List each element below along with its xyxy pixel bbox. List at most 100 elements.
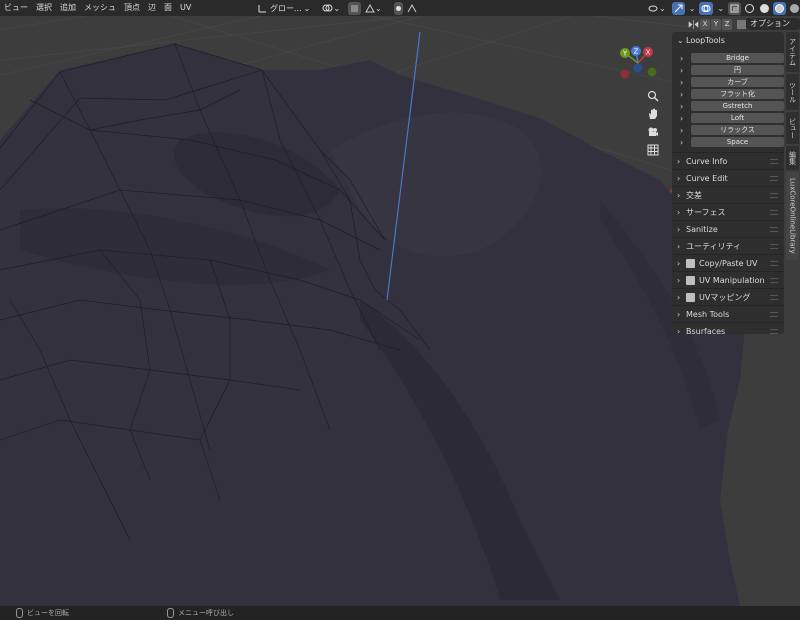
camera-icon	[648, 127, 658, 136]
looptools-gstretch-button[interactable]: Gstretch	[691, 101, 784, 111]
overlays-dropdown[interactable]: ⌄	[715, 2, 726, 15]
proportional-edit-icon	[395, 5, 401, 11]
tab-label: LuxCoreOnlineLibrary	[788, 178, 797, 254]
snap-target-dropdown[interactable]: ⌄	[363, 2, 384, 15]
chevron-right-icon[interactable]: ›	[680, 66, 688, 75]
tab-edit[interactable]: 編集	[786, 146, 799, 170]
gizmo-neg-y-icon[interactable]	[647, 67, 657, 77]
gizmo-neg-x-icon[interactable]	[620, 69, 630, 79]
options-dropdown[interactable]: オプション ⌄	[746, 18, 800, 40]
drag-handle-icon[interactable]	[770, 159, 778, 164]
tab-view[interactable]: ビュー	[786, 112, 799, 144]
menu-vertex[interactable]: 頂点	[120, 0, 144, 16]
looptools-circle-button[interactable]: 円	[691, 65, 784, 75]
panel-label: Curve Edit	[686, 173, 728, 183]
mirror-z-button[interactable]: Z	[722, 18, 732, 30]
looptools-header[interactable]: ⌄ LoopTools	[672, 32, 784, 48]
panel-uv-mapping[interactable]: › UVマッピング	[672, 288, 784, 305]
panel-label: Copy/Paste UV	[699, 258, 758, 268]
chevron-right-icon[interactable]: ›	[680, 114, 688, 123]
xray-toggle-button[interactable]	[728, 1, 742, 15]
gizmo-toggle-button[interactable]	[671, 1, 685, 15]
orthographic-toggle-button[interactable]	[644, 142, 662, 158]
looptools-curve-button[interactable]: カーブ	[691, 77, 784, 87]
chevron-right-icon[interactable]: ›	[680, 138, 688, 147]
falloff-dropdown[interactable]	[405, 2, 419, 15]
chevron-right-icon[interactable]: ›	[680, 102, 688, 111]
tab-item[interactable]: アイテム	[786, 32, 799, 72]
drag-handle-icon[interactable]	[770, 210, 778, 215]
drag-handle-icon[interactable]	[770, 244, 778, 249]
pivot-point-button[interactable]: ⌄	[320, 2, 342, 15]
camera-view-button[interactable]	[644, 124, 662, 140]
looptools-loft-button[interactable]: Loft	[691, 113, 784, 123]
panel-intersect[interactable]: › 交差	[672, 186, 784, 203]
shading-solid-button[interactable]	[758, 2, 771, 15]
visibility-dropdown[interactable]: ⌄	[646, 2, 668, 15]
status-call-menu: メニュー呼び出し	[178, 609, 234, 617]
panel-copy-paste-uv[interactable]: › Copy/Paste UV	[672, 254, 784, 271]
navigation-gizmo[interactable]: Z X Y	[612, 40, 664, 86]
transform-orientation-dropdown[interactable]: グロー... ⌄	[256, 2, 312, 15]
menu-add[interactable]: 追加	[56, 0, 80, 16]
drag-handle-icon[interactable]	[770, 193, 778, 198]
uv-addon-icon	[686, 258, 695, 268]
proportional-edit-button[interactable]	[393, 1, 403, 15]
panel-label: Sanitize	[686, 224, 718, 234]
drag-handle-icon[interactable]	[770, 329, 778, 334]
tab-luxcore-online-library[interactable]: LuxCoreOnlineLibrary	[786, 172, 799, 260]
panel-curve-info[interactable]: › Curve Info	[672, 152, 784, 169]
gizmo-neg-z-icon[interactable]	[633, 63, 643, 73]
gizmo-icon	[674, 4, 683, 12]
status-rotate-view: ビューを回転	[27, 609, 69, 617]
mirror-x-button[interactable]: X	[700, 18, 710, 30]
gizmo-dropdown[interactable]: ⌄	[687, 2, 698, 15]
looptools-row: › 円	[672, 64, 784, 76]
zoom-view-button[interactable]	[644, 88, 662, 104]
panel-curve-edit[interactable]: › Curve Edit	[672, 169, 784, 186]
pivot-icon	[322, 4, 333, 12]
chevron-right-icon[interactable]: ›	[680, 90, 688, 99]
shading-wireframe-button[interactable]	[743, 2, 756, 15]
chevron-right-icon[interactable]: ›	[680, 78, 688, 87]
menu-view[interactable]: ビュー	[0, 0, 32, 16]
drag-handle-icon[interactable]	[770, 295, 778, 300]
tab-tool[interactable]: ツール	[786, 74, 799, 110]
menu-select[interactable]: 選択	[32, 0, 56, 16]
panel-utility[interactable]: › ユーティリティ	[672, 237, 784, 254]
looptools-space-button[interactable]: Space	[691, 137, 784, 147]
menu-face[interactable]: 面	[160, 0, 176, 16]
menu-uv[interactable]: UV	[176, 0, 195, 16]
chevron-right-icon: ›	[677, 241, 681, 251]
shading-material-button[interactable]	[773, 1, 787, 15]
chevron-right-icon[interactable]: ›	[680, 54, 688, 63]
panel-mesh-tools[interactable]: › Mesh Tools	[672, 305, 784, 322]
looptools-flatten-button[interactable]: フラット化	[691, 89, 784, 99]
chevron-right-icon: ›	[677, 224, 681, 234]
shading-rendered-button[interactable]	[788, 2, 800, 15]
mouse-middle-icon	[16, 608, 23, 618]
panel-sanitize[interactable]: › Sanitize	[672, 220, 784, 237]
drag-handle-icon[interactable]	[770, 278, 778, 283]
looptools-bridge-button[interactable]: Bridge	[691, 53, 784, 63]
panel-label: Bsurfaces	[686, 326, 726, 336]
panel-bsurfaces[interactable]: › Bsurfaces	[672, 322, 784, 339]
drag-handle-icon[interactable]	[770, 261, 778, 266]
chevron-down-icon: ⌄	[333, 3, 341, 13]
transform-orientation-icon	[258, 4, 266, 12]
looptools-relax-button[interactable]: リラックス	[691, 125, 784, 135]
snap-button[interactable]	[348, 1, 362, 15]
tab-label: ビュー	[788, 117, 797, 139]
menu-edge[interactable]: 辺	[144, 0, 160, 16]
mirror-y-button[interactable]: Y	[711, 18, 721, 30]
panel-surface[interactable]: › サーフェス	[672, 203, 784, 220]
drag-handle-icon[interactable]	[770, 176, 778, 181]
drag-handle-icon[interactable]	[770, 312, 778, 317]
pan-view-button[interactable]	[644, 106, 662, 122]
drag-handle-icon[interactable]	[770, 227, 778, 232]
overlays-toggle-button[interactable]	[699, 1, 714, 15]
panel-uv-manipulation[interactable]: › UV Manipulation	[672, 271, 784, 288]
menu-mesh[interactable]: メッシュ	[80, 0, 120, 16]
wireframe-shading-icon	[745, 3, 755, 13]
chevron-right-icon[interactable]: ›	[680, 126, 688, 135]
